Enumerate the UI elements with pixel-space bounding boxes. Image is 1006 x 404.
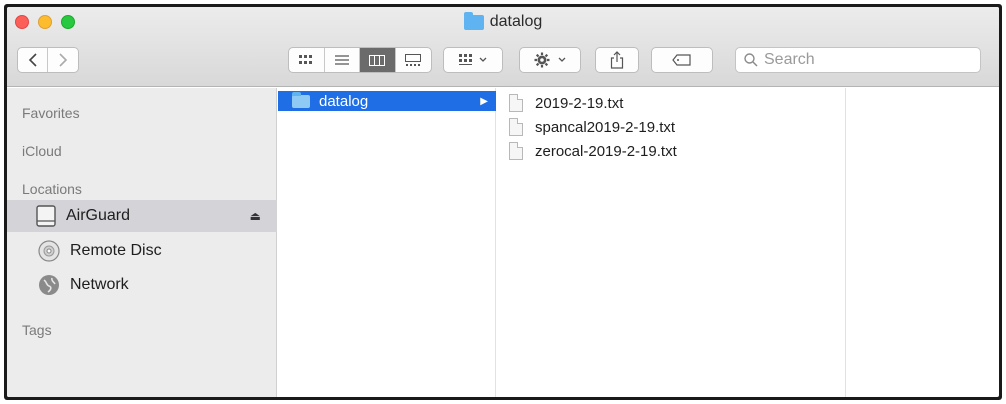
icon-grid-icon [299, 55, 313, 64]
window-content: datalog Search Favorites iCloud Location… [7, 7, 999, 397]
text-file-icon [509, 94, 523, 112]
folder-icon [292, 91, 310, 108]
sidebar: Favorites iCloud Locations AirGuard ⏏ Re… [7, 88, 277, 397]
gallery-icon [405, 54, 422, 66]
text-file-icon [509, 118, 523, 136]
sidebar-item-remote-disc[interactable]: Remote Disc [7, 235, 277, 267]
sidebar-item-label: Remote Disc [70, 242, 162, 259]
toolbar: datalog Search [7, 7, 999, 87]
sidebar-item-airguard[interactable]: AirGuard ⏏ [7, 200, 277, 232]
sidebar-section-favorites: Favorites [22, 105, 80, 121]
disclosure-arrow-icon: ▶ [480, 95, 488, 107]
share-icon [610, 51, 624, 69]
window-title-text: datalog [489, 13, 543, 30]
finder-window: datalog Search Favorites iCloud Location… [4, 4, 1002, 400]
chevron-down-icon [558, 57, 566, 62]
sidebar-section-tags: Tags [22, 322, 52, 338]
drive-icon [36, 205, 56, 227]
tag-icon [672, 54, 691, 66]
view-mode-selector [288, 47, 432, 73]
chevron-right-icon [59, 53, 68, 67]
gallery-view-button[interactable] [396, 48, 431, 72]
window-title: datalog [7, 11, 999, 31]
search-field[interactable]: Search [735, 47, 981, 73]
sidebar-item-label: AirGuard [66, 207, 131, 224]
text-file-icon [509, 142, 523, 160]
back-button[interactable] [18, 48, 49, 72]
column-1: datalog ▶ [278, 88, 496, 397]
file-row[interactable]: 2019-2-19.txt [509, 92, 623, 114]
group-by-button[interactable] [443, 47, 503, 73]
columns-icon [369, 54, 386, 66]
sidebar-item-label: Network [70, 276, 129, 293]
globe-icon [39, 275, 59, 295]
file-name: zerocal-2019-2-19.txt [535, 142, 677, 160]
sidebar-item-network[interactable]: Network [7, 269, 277, 301]
file-row[interactable]: zerocal-2019-2-19.txt [509, 140, 677, 162]
file-row[interactable]: spancal2019-2-19.txt [509, 116, 675, 138]
tags-button[interactable] [651, 47, 713, 73]
folder-icon [463, 11, 484, 30]
disc-icon [38, 240, 60, 262]
file-name: spancal2019-2-19.txt [535, 118, 676, 136]
sidebar-section-locations: Locations [22, 181, 82, 197]
icon-view-button[interactable] [289, 48, 325, 72]
folder-row-datalog[interactable]: datalog ▶ [278, 91, 496, 111]
chevron-left-icon [28, 53, 37, 67]
sidebar-section-icloud: iCloud [22, 143, 62, 159]
eject-icon[interactable]: ⏏ [250, 209, 261, 223]
column-view-button[interactable] [360, 48, 396, 72]
list-view-button[interactable] [325, 48, 360, 72]
chevron-down-icon [479, 57, 487, 62]
folder-row-label: datalog [319, 92, 369, 110]
file-name: 2019-2-19.txt [535, 94, 624, 112]
list-icon [334, 55, 349, 65]
group-grid-icon [459, 54, 472, 65]
forward-button[interactable] [48, 48, 78, 72]
column-2: 2019-2-19.txt spancal2019-2-19.txt zeroc… [497, 88, 846, 397]
gear-icon [534, 52, 550, 68]
action-button[interactable] [519, 47, 581, 73]
search-icon [744, 53, 758, 67]
share-button[interactable] [595, 47, 639, 73]
nav-buttons [17, 47, 79, 73]
search-placeholder: Search [764, 51, 815, 68]
